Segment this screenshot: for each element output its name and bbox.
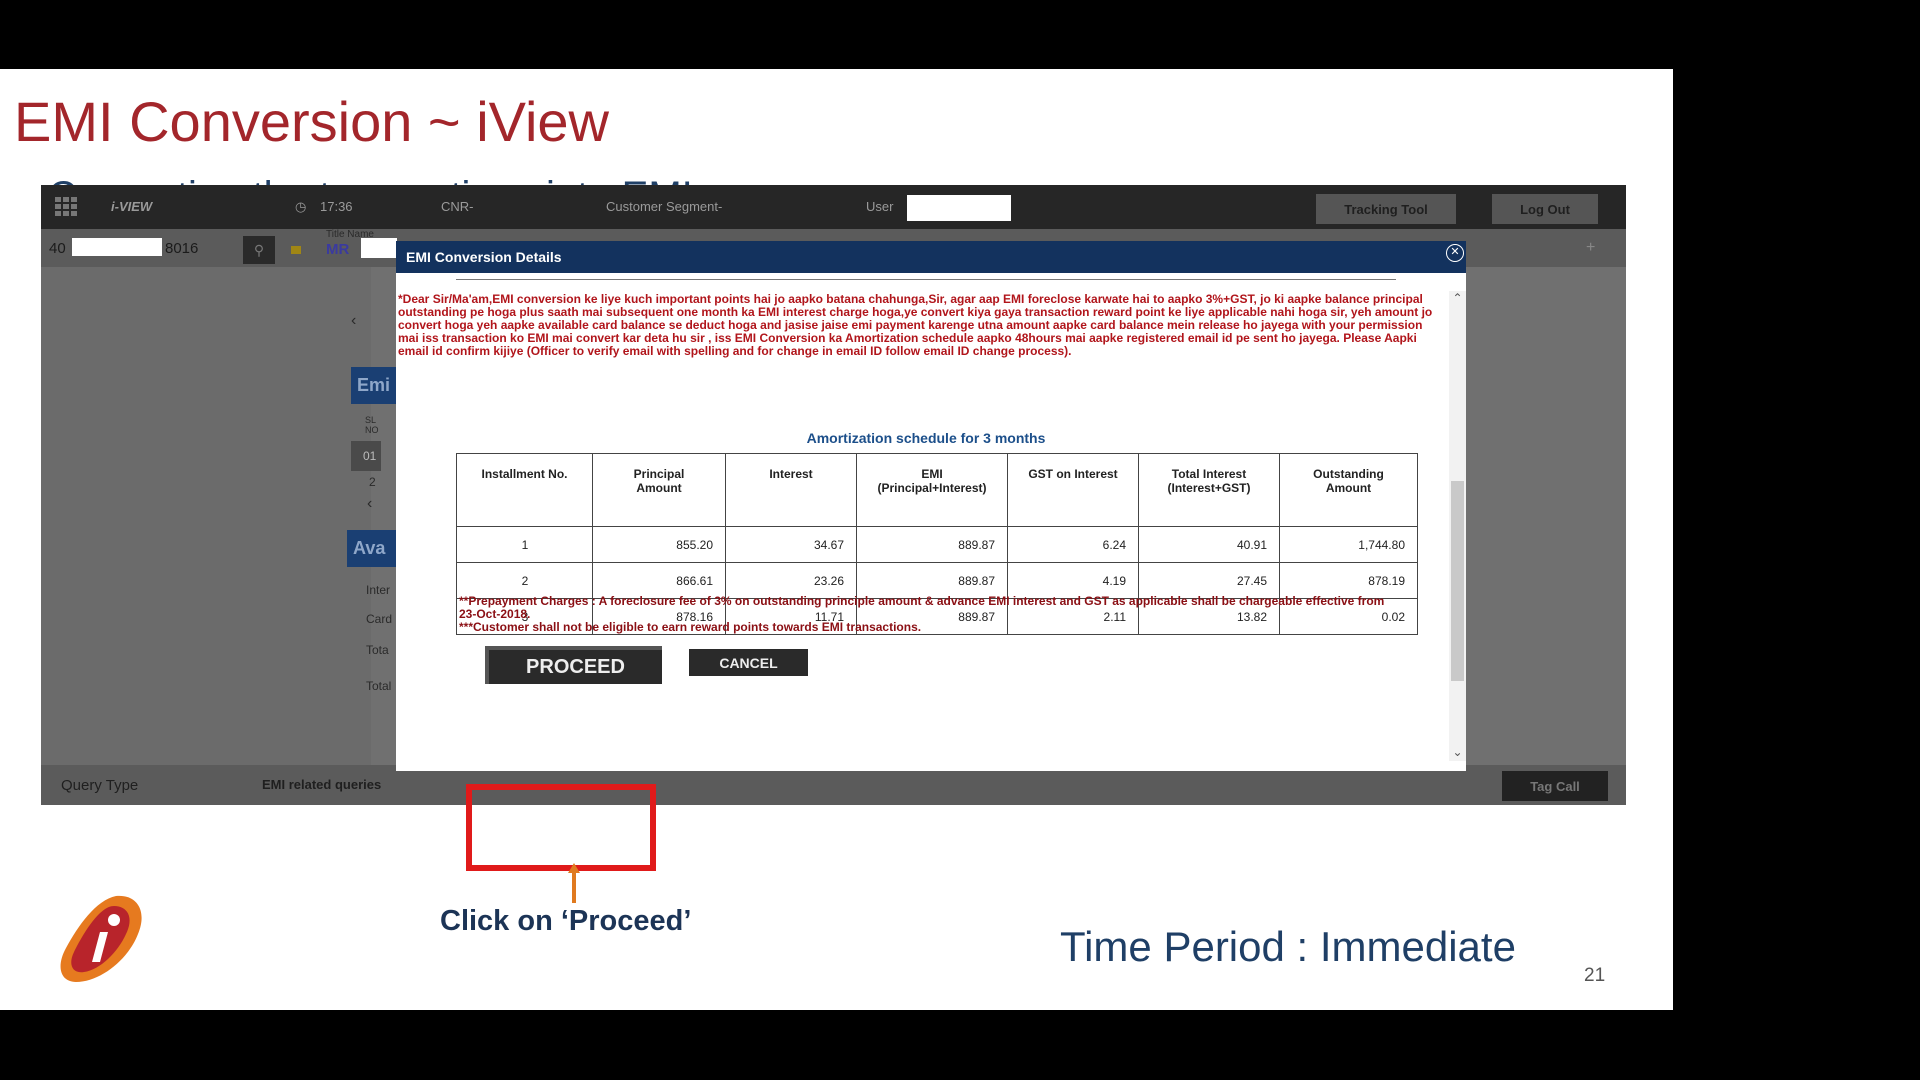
close-icon[interactable]: ✕: [1446, 244, 1464, 262]
available-tab[interactable]: Ava: [347, 530, 403, 567]
page-number: 21: [1584, 965, 1606, 986]
col-total-interest: Total Interest (Interest+GST): [1138, 453, 1280, 527]
chevron-left-icon-2[interactable]: ‹: [367, 495, 372, 513]
total-label-2: Total: [366, 679, 392, 693]
plus-icon[interactable]: +: [1586, 239, 1595, 257]
arrow-up-icon: [568, 863, 580, 903]
scroll-thumb[interactable]: [1451, 481, 1464, 681]
cell: 1: [456, 526, 593, 563]
session-time: 17:36: [320, 199, 353, 214]
search-icon[interactable]: ⚲: [243, 236, 275, 264]
time-period: Time Period : Immediate: [1060, 923, 1516, 970]
cell: 34.67: [725, 526, 857, 563]
cnr-label: CNR-: [441, 199, 474, 214]
interest-label: Inter: [366, 583, 391, 597]
iview-app-screenshot: i-VIEW ◷ 17:36 CNR- Customer Segment- Us…: [41, 185, 1626, 805]
tracking-tool-button[interactable]: Tracking Tool: [1316, 194, 1456, 224]
account-number-prefix: 40: [49, 240, 66, 257]
salutation: MR: [326, 241, 350, 258]
table-row: 1 855.20 34.67 889.87 6.24 40.91 1,744.8…: [456, 526, 1418, 563]
modal-title: EMI Conversion Details: [406, 249, 562, 265]
emi-conversion-modal: EMI Conversion Details ✕ *Dear Sir/Ma'am…: [396, 241, 1466, 771]
query-type-label: Query Type: [61, 777, 139, 794]
card-label: Card: [366, 612, 393, 626]
prepayment-footnote: **Prepayment Charges : A foreclosure fee…: [459, 594, 1385, 621]
customer-name-redacted: [361, 238, 397, 258]
clock-icon: ◷: [295, 199, 307, 214]
customer-segment-label: Customer Segment-: [606, 199, 723, 214]
slide-title: EMI Conversion ~ iView: [14, 90, 609, 153]
proceed-highlight-box: [466, 784, 656, 871]
flag-icon: [291, 246, 301, 254]
log-out-button[interactable]: Log Out: [1492, 194, 1598, 224]
apps-grid-icon[interactable]: [55, 197, 77, 217]
account-number-redacted: [72, 238, 162, 256]
cell: 855.20: [592, 526, 726, 563]
modal-header: EMI Conversion Details ✕: [396, 241, 1466, 273]
bank-logo-icon: [60, 895, 142, 982]
amortization-title: Amortization schedule for 3 months: [806, 430, 1046, 446]
modal-scrollbar[interactable]: ⌃ ⌄: [1449, 291, 1466, 761]
cell: 40.91: [1138, 526, 1280, 563]
app-brand: i-VIEW: [111, 199, 153, 214]
agent-script-notice: *Dear Sir/Ma'am,EMI conversion ke liye k…: [398, 292, 1433, 358]
col-outstanding: Outstanding Amount: [1279, 453, 1418, 527]
user-label: User: [866, 199, 894, 214]
chevron-up-icon[interactable]: ⌃: [1449, 291, 1466, 307]
col-interest: Interest: [725, 453, 857, 527]
proceed-callout: Click on ‘Proceed’: [440, 905, 692, 937]
reward-footnote: ***Customer shall not be eligible to ear…: [459, 620, 922, 634]
chevron-down-icon[interactable]: ⌄: [1449, 745, 1466, 761]
cell: 889.87: [856, 526, 1008, 563]
user-name-redacted: [907, 195, 1011, 221]
col-installment: Installment No.: [456, 453, 593, 527]
query-bar: Query Type EMI related queries Tag Call: [41, 765, 1626, 805]
cancel-button[interactable]: CANCEL: [689, 649, 808, 676]
emi-row-1[interactable]: 01: [351, 441, 381, 471]
sl-no-header: SL NO: [365, 415, 379, 435]
account-number-suffix: 8016: [165, 240, 199, 257]
col-principal: Principal Amount: [592, 453, 726, 527]
side-panel: ‹ Emi SL NO 01 2 ‹ Ava Inter Card Tota T…: [41, 267, 403, 805]
modal-divider: [456, 273, 1396, 280]
total-label: Tota: [366, 643, 389, 657]
emi-row-2[interactable]: 2: [369, 475, 376, 489]
chevron-left-icon[interactable]: ‹: [351, 312, 356, 330]
table-header-row: Installment No. Principal Amount Interest…: [456, 453, 1418, 527]
cell: 6.24: [1007, 526, 1139, 563]
proceed-button[interactable]: PROCEED: [485, 646, 662, 684]
col-emi: EMI (Principal+Interest): [856, 453, 1008, 527]
query-type-value[interactable]: EMI related queries: [262, 777, 381, 792]
col-gst: GST on Interest: [1007, 453, 1139, 527]
tag-call-button[interactable]: Tag Call: [1502, 771, 1608, 801]
app-topbar: i-VIEW ◷ 17:36 CNR- Customer Segment- Us…: [41, 185, 1626, 229]
cell: 1,744.80: [1279, 526, 1418, 563]
